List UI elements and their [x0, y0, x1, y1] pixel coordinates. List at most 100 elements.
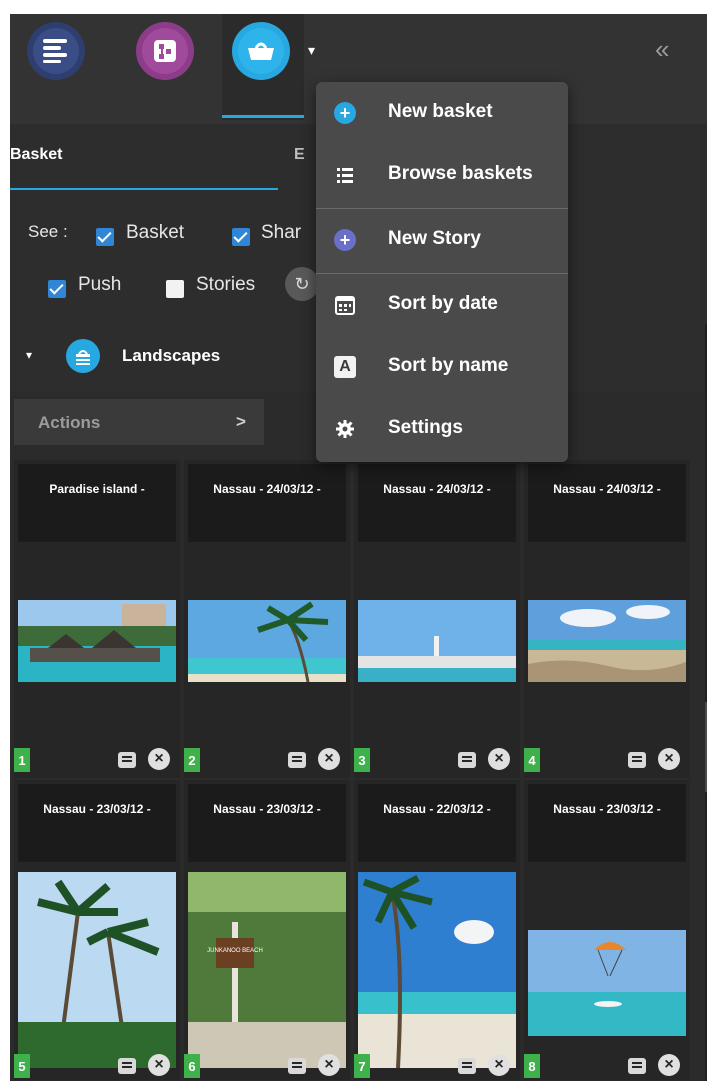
card-title: Nassau - 24/03/12 -: [383, 482, 491, 496]
thumbnail[interactable]: [18, 600, 176, 682]
card-footer: 2 ×: [184, 744, 350, 774]
basket-checkbox[interactable]: [96, 228, 114, 246]
basket-app-icon[interactable]: [232, 22, 290, 80]
menu-item-settings[interactable]: Settings: [316, 398, 568, 460]
card-title: Nassau - 23/03/12 -: [43, 802, 151, 816]
tab-basket-label: Basket: [10, 146, 63, 163]
card-title: Nassau - 23/03/12 -: [213, 802, 321, 816]
card-footer: 4 ×: [524, 744, 690, 774]
collapse-panel-button[interactable]: «: [655, 34, 669, 65]
details-list-icon[interactable]: [628, 1058, 646, 1074]
details-list-icon[interactable]: [118, 1058, 136, 1074]
menu-item-label: Browse baskets: [388, 163, 533, 184]
item-number-badge: 1: [14, 748, 30, 772]
card-footer: 3 ×: [354, 744, 520, 774]
remove-icon[interactable]: ×: [318, 748, 340, 770]
menu-item-label: Sort by date: [388, 293, 498, 314]
hierarchy-icon: [154, 40, 176, 62]
basket-card[interactable]: Nassau - 23/03/12 - 8 ×: [524, 780, 690, 1080]
details-list-icon[interactable]: [458, 752, 476, 768]
app-window: ▾ « Basket E See : Basket Shar x Push St…: [10, 14, 707, 1081]
card-title: Nassau - 24/03/12 -: [213, 482, 321, 496]
basket-card[interactable]: Paradise island - 1 ×: [14, 460, 180, 778]
thumbnail[interactable]: [188, 600, 346, 682]
scrollbar-thumb[interactable]: [705, 702, 707, 792]
basket-dropdown-menu: + New basket Browse baskets + New Story: [316, 82, 568, 462]
remove-icon[interactable]: ×: [658, 1054, 680, 1076]
menu-item-label: Sort by name: [388, 355, 509, 376]
thumbnail[interactable]: [528, 930, 686, 1036]
remove-icon[interactable]: ×: [318, 1054, 340, 1076]
chevron-down-icon[interactable]: ▾: [308, 42, 315, 59]
tab-basket[interactable]: Basket: [10, 124, 278, 190]
thumbnail[interactable]: [18, 872, 176, 1068]
item-number-badge: 4: [524, 748, 540, 772]
actions-button[interactable]: Actions >: [14, 399, 264, 445]
thumbnail[interactable]: JUNKANOO BEACH: [188, 872, 346, 1068]
card-footer: 6 ×: [184, 1050, 350, 1080]
stories-filter-label: Stories: [196, 274, 256, 295]
thumbnail[interactable]: [358, 872, 516, 1068]
details-list-icon[interactable]: [288, 1058, 306, 1074]
menu-item-label: Settings: [388, 417, 463, 438]
basket-card[interactable]: Nassau - 23/03/12 - 5 ×: [14, 780, 180, 1080]
menu-item-sort-by-date[interactable]: Sort by date: [316, 274, 568, 336]
item-number-badge: 3: [354, 748, 370, 772]
lines-icon: [43, 39, 67, 63]
menu-item-label: New Story: [388, 228, 481, 249]
card-header: Nassau - 24/03/12 -: [528, 464, 686, 542]
menu-item-sort-by-name[interactable]: A Sort by name: [316, 336, 568, 398]
basket-card[interactable]: Nassau - 24/03/12 - 2 ×: [184, 460, 350, 778]
basket-filter-label: Basket: [126, 222, 185, 243]
see-label: See :: [28, 222, 68, 241]
details-list-icon[interactable]: [458, 1058, 476, 1074]
card-footer: 7 ×: [354, 1050, 520, 1080]
card-header: Nassau - 24/03/12 -: [188, 464, 346, 542]
push-filter-label: Push: [78, 274, 122, 295]
basket-stack-icon: [66, 339, 100, 373]
plus-circle-icon: +: [334, 102, 356, 124]
thumbnail[interactable]: [358, 600, 516, 682]
expand-caret-icon[interactable]: ▾: [26, 348, 32, 362]
basket-card[interactable]: Nassau - 24/03/12 - 3 ×: [354, 460, 520, 778]
push-checkbox[interactable]: [48, 280, 66, 298]
tree-app-icon[interactable]: [136, 22, 194, 80]
menu-item-new-basket[interactable]: + New basket: [316, 82, 568, 144]
remove-icon[interactable]: ×: [658, 748, 680, 770]
menu-item-new-story[interactable]: + New Story: [316, 209, 568, 271]
remove-icon[interactable]: ×: [148, 748, 170, 770]
section-title: Landscapes: [122, 346, 221, 365]
thumbnail[interactable]: [528, 600, 686, 682]
card-header: Nassau - 23/03/12 -: [528, 784, 686, 862]
plus-circle-icon: +: [334, 229, 356, 251]
gear-icon: [334, 418, 356, 440]
menu-item-browse-baskets[interactable]: Browse baskets: [316, 144, 568, 206]
menu-item-label: New basket: [388, 101, 493, 122]
shared-checkbox[interactable]: [232, 228, 250, 246]
card-title: Nassau - 23/03/12 -: [553, 802, 661, 816]
active-app-tab-indicator: [222, 115, 304, 118]
item-number-badge: 7: [354, 1054, 370, 1078]
details-list-icon[interactable]: [118, 752, 136, 768]
details-list-icon[interactable]: [288, 752, 306, 768]
details-list-icon[interactable]: [628, 752, 646, 768]
basket-card[interactable]: Nassau - 23/03/12 - JUNKANOO BEACH 6 ×: [184, 780, 350, 1080]
remove-icon[interactable]: ×: [148, 1054, 170, 1076]
calendar-icon: [334, 294, 356, 316]
card-header: Nassau - 23/03/12 -: [18, 784, 176, 862]
item-number-badge: 5: [14, 1054, 30, 1078]
stories-checkbox[interactable]: [166, 280, 184, 298]
letter-a-icon: A: [334, 356, 356, 378]
shared-filter-label: Shar: [261, 222, 302, 243]
tab-second[interactable]: E: [294, 146, 305, 164]
card-footer: 8 ×: [524, 1050, 690, 1080]
remove-icon[interactable]: ×: [488, 1054, 510, 1076]
basket-icon: [248, 42, 274, 60]
basket-card[interactable]: Nassau - 22/03/12 - 7 ×: [354, 780, 520, 1080]
basket-card[interactable]: Nassau - 24/03/12 - 4 ×: [524, 460, 690, 778]
remove-icon[interactable]: ×: [488, 748, 510, 770]
card-footer: 5 ×: [14, 1050, 180, 1080]
refresh-icon[interactable]: ↻: [285, 267, 319, 301]
text-list-app-icon[interactable]: [27, 22, 85, 80]
tab-basket-indicator: [10, 188, 278, 190]
